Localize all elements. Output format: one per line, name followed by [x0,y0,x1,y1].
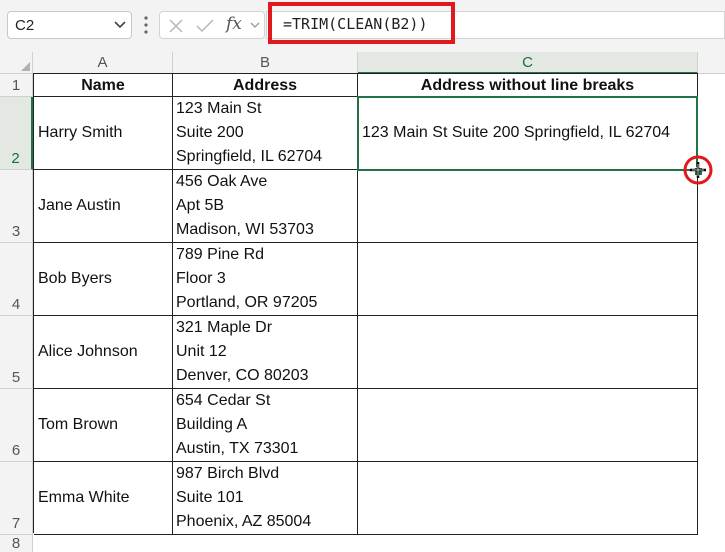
address-line: 654 Cedar St [176,392,271,409]
row-header-8[interactable]: 8 [0,535,33,552]
row-number: 3 [11,223,21,240]
address-line: Unit 12 [176,343,227,360]
header-cell-result[interactable]: Address without line breaks [358,74,698,97]
row-number: 7 [11,515,21,532]
formula-controls: fx [159,11,265,39]
formula-bar: C2 fx =TRIM(CLEAN(B2)) [0,0,725,52]
cell-b5[interactable]: 321 Maple Dr Unit 12 Denver, CO 80203 [173,316,358,389]
cell-b6[interactable]: 654 Cedar St Building A Austin, TX 73301 [173,389,358,462]
row-header-6[interactable]: 6 [0,389,33,462]
cell-a2[interactable]: Harry Smith [34,97,173,170]
cell-b7[interactable]: 987 Birch Blvd Suite 101 Phoenix, AZ 85004 [173,462,358,535]
row-header-5[interactable]: 5 [0,316,33,389]
select-all-button[interactable] [0,52,33,74]
chevron-down-icon[interactable] [250,22,260,29]
row-number: 8 [11,535,21,552]
cell-b2[interactable]: 123 Main St Suite 200 Springfield, IL 6270… [173,97,358,170]
row-header-7[interactable]: 7 [0,462,33,535]
row-header-4[interactable]: 4 [0,243,33,316]
cell-c4[interactable] [358,243,698,316]
cell-c3[interactable] [358,170,698,243]
header-cell-name[interactable]: Name [34,74,173,97]
address-line: Phoenix, AZ 85004 [176,513,312,530]
row-number: 5 [11,369,21,386]
address-line: Suite 200 [176,124,244,141]
enter-check-icon[interactable] [196,18,214,34]
select-all-icon [21,62,30,71]
address-line: 123 Main St [176,100,262,117]
column-header-c[interactable]: C [358,52,698,74]
row-header-1[interactable]: 1 [0,74,33,97]
address-line: Austin, TX 73301 [176,440,299,457]
cell-c2[interactable]: 123 Main St Suite 200 Springfield, IL 62… [358,97,698,170]
more-options-icon[interactable] [143,15,149,35]
cancel-icon[interactable] [168,18,184,34]
address-line: Floor 3 [176,270,226,287]
row-number: 1 [11,77,21,94]
cell-a4[interactable]: Bob Byers [34,243,173,316]
cell-a6[interactable]: Tom Brown [34,389,173,462]
insert-function-button[interactable]: fx [226,14,242,34]
address-line: Apt 5B [176,197,225,214]
address-line: 789 Pine Rd [176,246,265,263]
cell-a3[interactable]: Jane Austin [34,170,173,243]
formula-highlight-box [268,2,455,44]
row-number: 2 [11,150,20,167]
column-header-b[interactable]: B [173,52,358,74]
address-line: 321 Maple Dr [176,319,273,336]
row-number: 6 [11,442,21,459]
cell-c5[interactable] [358,316,698,389]
cell-a5[interactable]: Alice Johnson [34,316,173,389]
address-line: 456 Oak Ave [176,173,268,190]
address-line: Springfield, IL 62704 [176,148,323,165]
chevron-down-icon[interactable] [114,21,126,29]
address-line: Suite 101 [176,489,244,506]
row-header-3[interactable]: 3 [0,170,33,243]
column-header-d[interactable] [698,52,725,74]
row-number: 4 [11,296,21,313]
address-line: 987 Birch Blvd [176,465,280,482]
cell-b4[interactable]: 789 Pine Rd Floor 3 Portland, OR 97205 [173,243,358,316]
name-box[interactable]: C2 [7,11,132,39]
column-header-a[interactable]: A [33,52,173,74]
address-line: Madison, WI 53703 [176,221,314,238]
address-line: Portland, OR 97205 [176,294,318,311]
header-cell-address[interactable]: Address [173,74,358,97]
address-line: Building A [176,416,248,433]
row-header-2[interactable]: 2 [0,97,33,170]
name-box-value: C2 [15,17,35,34]
cell-c7[interactable] [358,462,698,535]
cell-b3[interactable]: 456 Oak Ave Apt 5B Madison, WI 53703 [173,170,358,243]
address-line: Denver, CO 80203 [176,367,309,384]
cell-a7[interactable]: Emma White [34,462,173,535]
fill-cursor-icon [683,155,713,185]
cell-c6[interactable] [358,389,698,462]
